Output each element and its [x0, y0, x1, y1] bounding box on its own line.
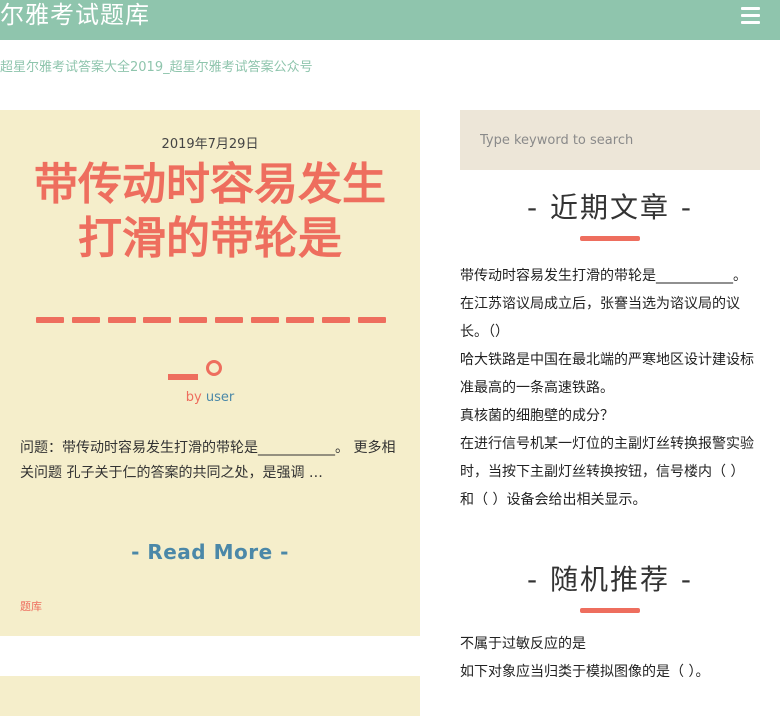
hamburger-menu-icon[interactable] — [741, 7, 760, 24]
title-blank-underline — [36, 317, 386, 325]
post-title[interactable]: 带传动时容易发生打滑的带轮是 — [18, 158, 402, 266]
site-title[interactable]: 尔雅考试题库 — [0, 0, 150, 34]
post-date: 2019年7月29日 — [161, 137, 259, 152]
post-excerpt: 问题：带传动时容易发生打滑的带轮是___________。 更多相关问题 孔子关… — [20, 440, 396, 481]
author-link[interactable]: user — [206, 390, 234, 405]
recent-posts-underline — [580, 236, 640, 241]
site-description: 超星尔雅考试答案大全2019_超星尔雅考试答案公众号 — [0, 60, 313, 75]
random-post-link[interactable]: 不属于过敏反应的是 — [460, 630, 755, 658]
post-byline: by user — [0, 390, 420, 405]
search-input[interactable] — [460, 110, 760, 170]
random-posts-list: 不属于过敏反应的是 如下对象应当归类于模拟图像的是（ ）。 — [460, 630, 755, 686]
recent-post-link[interactable]: 带传动时容易发生打滑的带轮是___________。 — [460, 262, 755, 290]
read-more-link[interactable]: - Read More - — [0, 540, 420, 564]
recent-post-link[interactable]: 在江苏谘议局成立后，张謇当选为谘议局的议长。（） — [460, 290, 755, 346]
recent-post-link[interactable]: 哈大铁路是中国在最北端的严寒地区设计建设标准最高的一条高速铁路。 — [460, 346, 755, 402]
random-posts-underline — [580, 608, 640, 613]
recent-posts-title: - 近期文章 - — [526, 191, 693, 224]
post-category-link[interactable]: 题库 — [20, 598, 42, 614]
recent-post-link[interactable]: 在进行信号机某一灯位的主副灯丝转换报警实验时，当按下主副灯丝转换按钮，信号楼内（… — [460, 430, 755, 514]
title-tail — [168, 352, 238, 382]
random-posts-title: - 随机推荐 - — [526, 563, 693, 596]
recent-posts-list: 带传动时容易发生打滑的带轮是___________。 在江苏谘议局成立后，张謇当… — [460, 262, 755, 514]
next-post-card — [0, 676, 420, 716]
recent-post-link[interactable]: 真核菌的细胞壁的成分？ — [460, 402, 755, 430]
random-post-link[interactable]: 如下对象应当归类于模拟图像的是（ ）。 — [460, 658, 755, 686]
by-label: by — [185, 390, 202, 405]
